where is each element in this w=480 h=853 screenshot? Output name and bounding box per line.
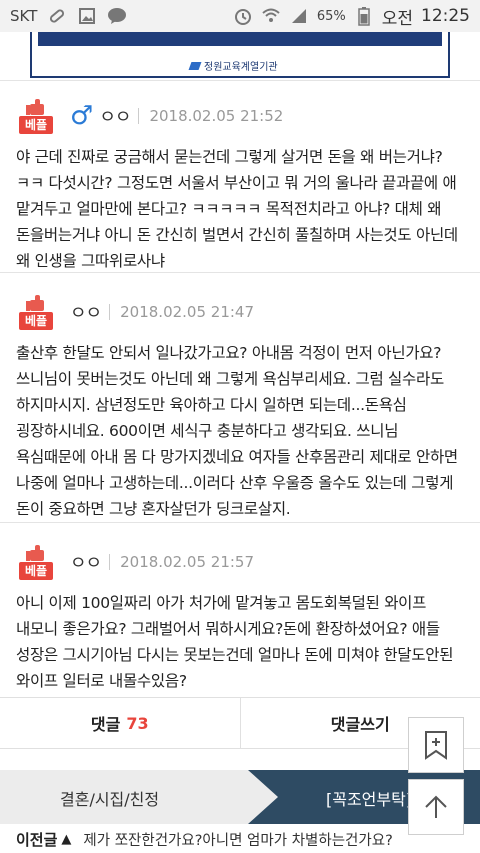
battery-icon <box>354 6 374 26</box>
comment-meta: 베플 ㅇㅇ 2018.02.05 21:57 <box>16 542 464 582</box>
thumbs-up-icon <box>26 544 46 561</box>
comment-author[interactable]: ㅇㅇ <box>70 549 102 575</box>
comment-author[interactable]: ㅇㅇ <box>99 103 131 129</box>
status-bar: SKT 65% 오전 12:25 <box>0 0 480 32</box>
alarm-icon <box>233 6 253 26</box>
comment-item: 베플 ㅇㅇ 2018.02.05 21:47 출산후 한달도 안되서 일나갔가고… <box>0 292 480 522</box>
prev-post-title[interactable]: 제가 쪼잔한건가요?아니면 엄마가 차별하는건가요? <box>83 829 392 850</box>
comment-author[interactable]: ㅇㅇ <box>70 299 102 325</box>
separator <box>109 304 111 320</box>
comment-meta: 베플 ♂ ㅇㅇ 2018.02.05 21:52 <box>16 96 464 136</box>
arrow-up-icon <box>425 795 447 818</box>
best-comment-badge: 베플 <box>16 98 56 134</box>
divider <box>0 80 480 81</box>
clock-ampm: 오전 <box>381 8 413 29</box>
separator <box>109 554 111 570</box>
comment-meta: 베플 ㅇㅇ 2018.02.05 21:47 <box>16 292 464 332</box>
gallery-icon <box>77 6 97 26</box>
comments-count: 73 <box>126 713 149 733</box>
comment-date: 2018.02.05 21:47 <box>120 303 255 321</box>
comments-count-button[interactable]: 댓글 73 <box>0 698 241 748</box>
signal-icon <box>289 6 309 26</box>
separator <box>138 108 140 124</box>
comment-text: 야 근데 진짜로 궁금해서 묻는건데 그렇게 살거면 돈을 왜 버는거냐? ㅋㅋ… <box>16 148 458 270</box>
best-label: 베플 <box>18 561 54 580</box>
thumbs-up-icon <box>26 294 46 311</box>
category-tag[interactable]: [꼭조언부탁] <box>326 786 412 810</box>
clock-time: 12:25 <box>421 6 470 26</box>
battery-percent: 65% <box>316 8 346 24</box>
wifi-icon <box>261 6 281 26</box>
scroll-top-button[interactable] <box>408 779 464 835</box>
comment-date: 2018.02.05 21:57 <box>120 553 255 571</box>
comment-text: 출산후 한달도 안되서 일나갔가고요? 아내몸 걱정이 먼저 아닌가요? 쓰니님… <box>16 344 458 518</box>
ad-banner-org: 정원교육계열기관 <box>188 58 278 73</box>
best-comment-badge: 베플 <box>16 294 56 330</box>
divider <box>0 522 480 523</box>
pill-icon <box>47 6 67 26</box>
category-link[interactable]: 결혼/시집/친정 <box>60 786 159 810</box>
comment-item: 베플 ㅇㅇ 2018.02.05 21:57 아니 이제 100일짜리 아가 처… <box>0 542 480 694</box>
comment-text: 아니 이제 100일짜리 아가 처가에 맡겨놓고 몸도회복덜된 와이프 내모니 … <box>16 594 454 690</box>
male-icon: ♂ <box>70 101 94 131</box>
best-comment-badge: 베플 <box>16 544 56 580</box>
best-label: 베플 <box>18 115 54 134</box>
write-comment-label: 댓글쓰기 <box>330 715 390 734</box>
divider <box>0 272 480 273</box>
carrier-label: SKT <box>10 7 38 25</box>
comment-date: 2018.02.05 21:52 <box>149 107 284 125</box>
ad-banner-dark-strip <box>38 32 442 46</box>
prev-post-label: 이전글 <box>16 831 58 849</box>
bookmark-add-button[interactable] <box>408 717 464 773</box>
thumbs-up-icon <box>26 98 46 115</box>
comment-item: 베플 ♂ ㅇㅇ 2018.02.05 21:52 야 근데 진짜로 궁금해서 묻… <box>0 96 480 274</box>
best-label: 베플 <box>18 311 54 330</box>
chevron-up-icon: ▲ <box>61 832 72 847</box>
org-logo-icon <box>188 61 202 70</box>
chat-bubble-icon <box>107 6 127 26</box>
bookmark-plus-icon <box>425 731 447 760</box>
ad-banner[interactable]: 정원교육계열기관 <box>0 32 480 80</box>
comments-label: 댓글 <box>90 715 121 734</box>
ad-banner-org-text: 정원교육계열기관 <box>204 62 278 73</box>
